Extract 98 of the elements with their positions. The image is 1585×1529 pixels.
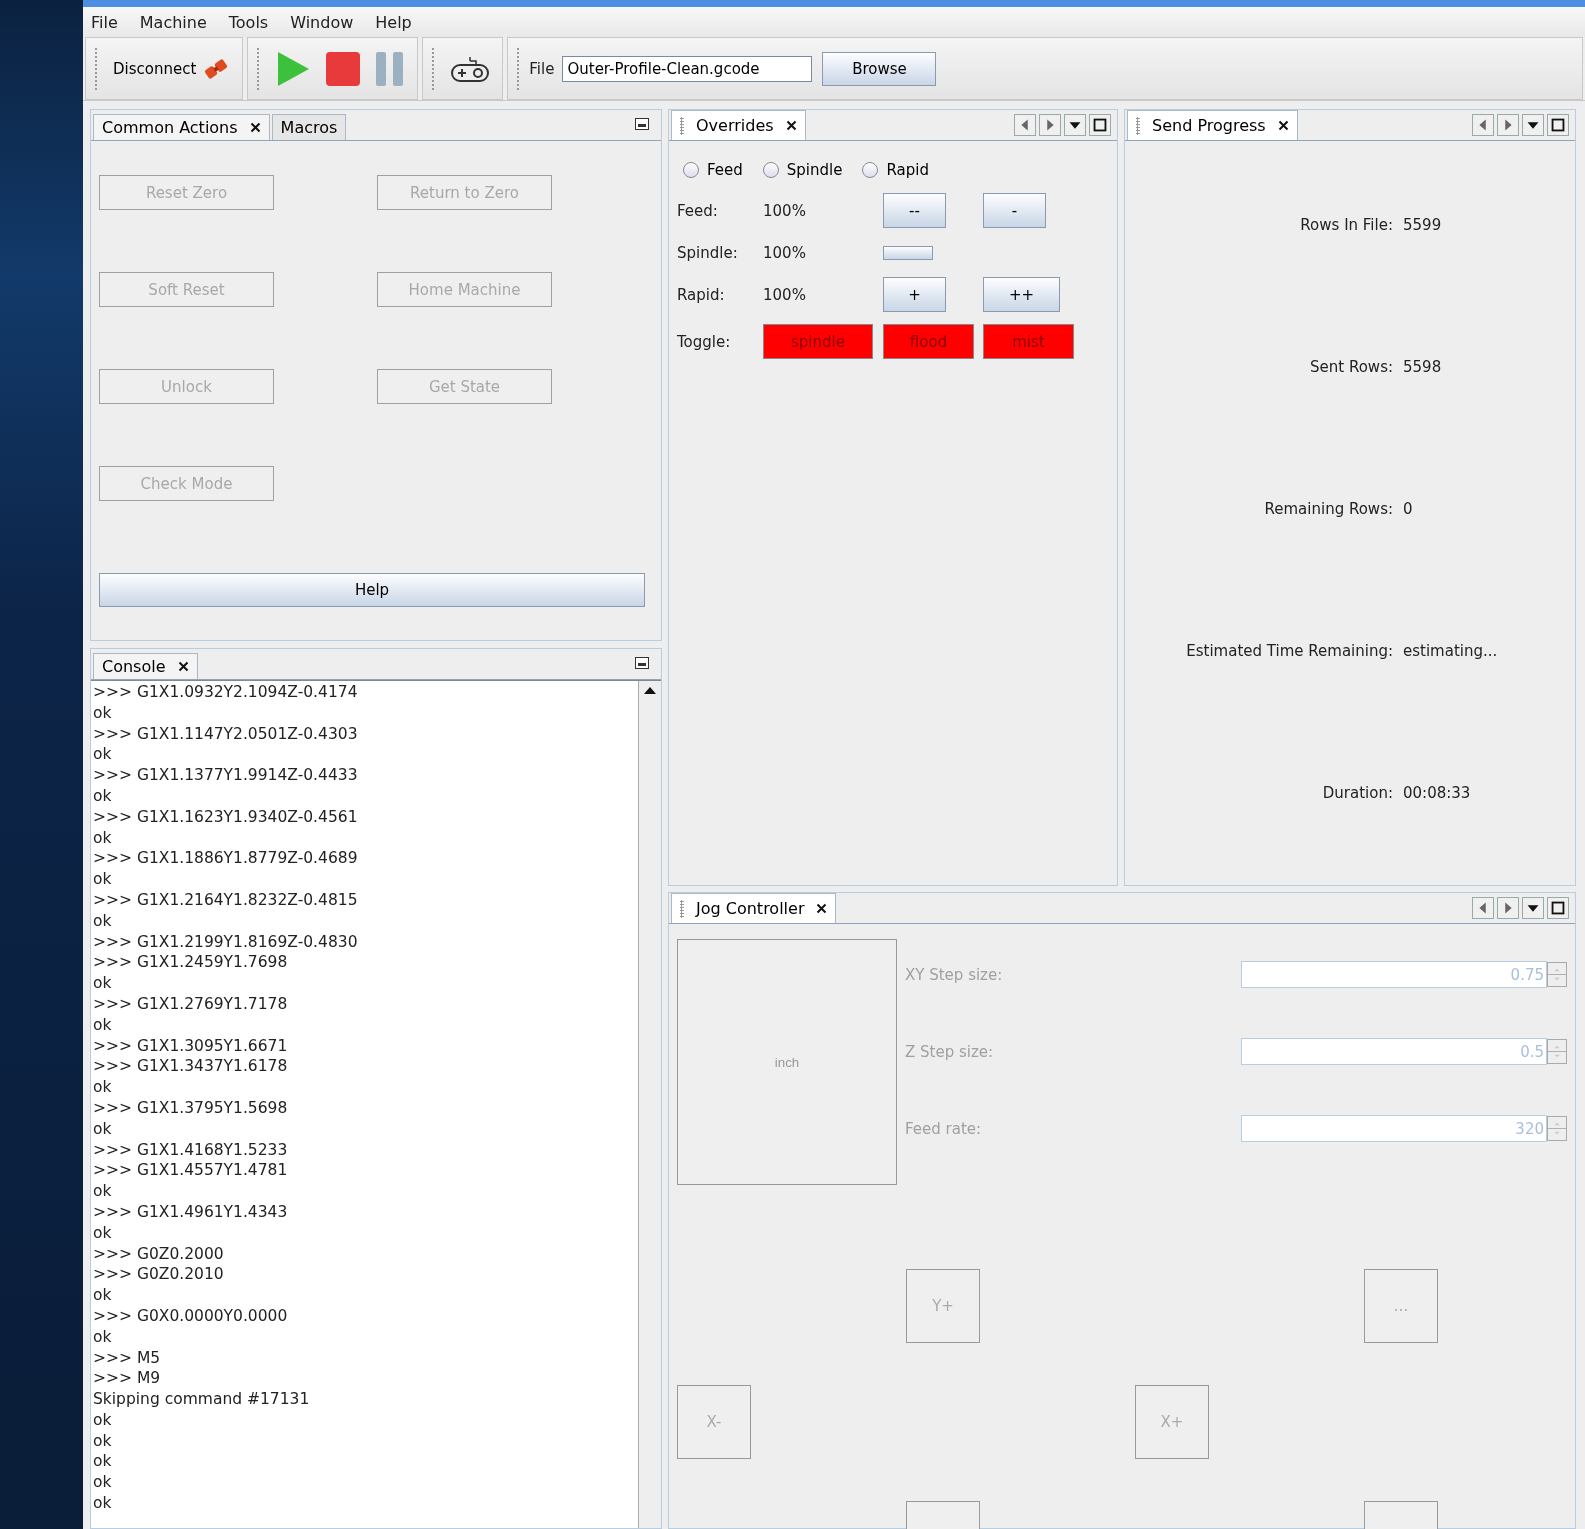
console-line: ok bbox=[93, 1222, 113, 1244]
panel-tab[interactable]: Macros bbox=[271, 114, 347, 140]
panel-tab[interactable]: Jog Controller bbox=[671, 893, 837, 923]
console-line: ok bbox=[93, 1118, 113, 1140]
menu-item[interactable]: Window bbox=[290, 12, 354, 32]
console-line: ok bbox=[93, 869, 113, 890]
override-label: Feed: bbox=[677, 201, 719, 220]
console-line: ok bbox=[93, 1493, 113, 1514]
console-line: ok bbox=[93, 702, 113, 724]
console-line: >>> G1X1.4961Y1.4343 bbox=[93, 1201, 289, 1223]
console-line: ok bbox=[93, 1430, 113, 1452]
panel-tab[interactable]: Send Progress bbox=[1127, 110, 1298, 140]
field-label: XY Step size: bbox=[905, 965, 1003, 984]
console-line: ok bbox=[93, 1181, 113, 1202]
console-line: ok bbox=[93, 1326, 113, 1348]
console-line: ok bbox=[93, 973, 113, 994]
maximize-icon[interactable] bbox=[1547, 897, 1569, 919]
close-icon[interactable] bbox=[785, 120, 797, 131]
override-value: 100% bbox=[763, 243, 807, 262]
console-line: ok bbox=[93, 1451, 113, 1473]
console-line: ok bbox=[93, 744, 113, 766]
close-icon[interactable] bbox=[816, 903, 828, 914]
console-line: >>> G1X1.2199Y1.8169Z-0.4830 bbox=[93, 931, 359, 953]
override-button[interactable]: - bbox=[983, 193, 1046, 228]
menu-item[interactable]: File bbox=[91, 12, 118, 32]
menu-item[interactable]: Machine bbox=[139, 12, 207, 32]
console-line: >>> G1X1.3795Y1.5698 bbox=[93, 1097, 289, 1119]
dropdown-icon[interactable] bbox=[1064, 114, 1086, 136]
override-button[interactable]: + bbox=[883, 277, 946, 312]
field-label: Z Step size: bbox=[905, 1042, 994, 1061]
maximize-icon[interactable] bbox=[1089, 114, 1111, 136]
console-line: >>> G1X1.2459Y1.7698 bbox=[93, 952, 289, 974]
console-line: >>> G1X1.1377Y1.9914Z-0.4433 bbox=[93, 765, 359, 786]
dropdown-icon[interactable] bbox=[1522, 114, 1544, 136]
console-line: >>> G1X1.4557Y1.4781 bbox=[93, 1160, 289, 1182]
console-line: >>> G1X1.0932Y2.1094Z-0.4174 bbox=[93, 682, 359, 703]
dropdown-icon[interactable] bbox=[1522, 897, 1544, 919]
console-line: ok bbox=[93, 827, 113, 849]
console-line: >>> G1X1.4168Y1.5233 bbox=[93, 1139, 289, 1161]
stat-label: Remaining Rows: bbox=[1263, 500, 1393, 518]
console-line: ok bbox=[93, 1409, 113, 1431]
panel-tab[interactable]: Overrides bbox=[671, 110, 806, 140]
override-value: 100% bbox=[763, 201, 807, 220]
file-label: File bbox=[529, 59, 555, 78]
radio-button[interactable]: Rapid bbox=[862, 161, 929, 179]
stat-label: Sent Rows: bbox=[1309, 358, 1393, 376]
console-line: ok bbox=[93, 910, 113, 932]
close-icon[interactable] bbox=[1277, 120, 1289, 131]
override-button[interactable] bbox=[883, 245, 933, 260]
stat-value: 0 bbox=[1403, 500, 1414, 518]
console-line: Skipping command #17131 bbox=[93, 1389, 311, 1410]
file-path-field[interactable]: Outer-Profile-Clean.gcode bbox=[562, 55, 813, 82]
override-button[interactable]: ++ bbox=[983, 277, 1060, 312]
stat-label: Rows In File: bbox=[1299, 216, 1393, 234]
panel-tab[interactable]: Common Actions bbox=[93, 114, 270, 140]
stat-value: estimating... bbox=[1403, 642, 1499, 660]
console-line: >>> G1X1.1886Y1.8779Z-0.4689 bbox=[93, 848, 359, 870]
console-line: >>> G0Z0.2000 bbox=[93, 1243, 225, 1265]
override-label: Spindle: bbox=[677, 243, 739, 262]
stat-value: 5598 bbox=[1403, 358, 1443, 376]
console-line: >>> G1X1.3095Y1.6671 bbox=[93, 1035, 289, 1057]
minimize-icon[interactable] bbox=[635, 657, 649, 669]
close-icon[interactable] bbox=[249, 122, 261, 133]
radio-button[interactable]: Spindle bbox=[762, 161, 843, 179]
console-line: >>> G1X1.2769Y1.7178 bbox=[93, 993, 289, 1015]
console-line: >>> G1X1.3437Y1.6178 bbox=[93, 1056, 289, 1078]
panel-tab[interactable]: Console bbox=[93, 653, 198, 679]
gamepad-icon[interactable] bbox=[450, 54, 491, 83]
radio-button[interactable]: Feed bbox=[683, 161, 743, 179]
console-line: >>> G1X1.1623Y1.9340Z-0.4561 bbox=[93, 806, 359, 828]
console-line: >>> G1X1.1147Y2.0501Z-0.4303 bbox=[93, 723, 359, 745]
console-line: >>> M5 bbox=[93, 1347, 162, 1369]
console-line: ok bbox=[93, 786, 113, 807]
minimize-icon[interactable] bbox=[635, 118, 649, 130]
override-value: 100% bbox=[763, 285, 807, 304]
override-label: Rapid: bbox=[677, 285, 726, 304]
console-line: >>> G0X0.0000Y0.0000 bbox=[93, 1305, 289, 1327]
stop-icon[interactable] bbox=[325, 50, 362, 87]
stat-value: 5599 bbox=[1403, 216, 1443, 234]
console-line: >>> G1X1.2164Y1.8232Z-0.4815 bbox=[93, 889, 359, 911]
stat-value: 00:08:33 bbox=[1403, 784, 1472, 802]
console-line: ok bbox=[93, 1472, 113, 1494]
maximize-icon[interactable] bbox=[1547, 114, 1569, 136]
stat-label: Estimated Time Remaining: bbox=[1185, 642, 1393, 660]
console-line: ok bbox=[93, 1014, 113, 1036]
browse-button[interactable]: Browse bbox=[822, 51, 937, 86]
close-icon[interactable] bbox=[177, 661, 189, 672]
stat-label: Duration: bbox=[1321, 784, 1393, 802]
help-button[interactable]: Help bbox=[99, 573, 645, 607]
console-line: ok bbox=[93, 1285, 113, 1306]
field-label: Feed rate: bbox=[905, 1119, 982, 1138]
override-button[interactable]: -- bbox=[883, 193, 946, 228]
menu-item[interactable]: Tools bbox=[228, 12, 269, 32]
console-line: ok bbox=[93, 1077, 113, 1098]
menu-item[interactable]: Help bbox=[375, 12, 412, 32]
console-line: >>> G0Z0.2010 bbox=[93, 1264, 225, 1286]
toggle-label: Toggle: bbox=[677, 332, 732, 351]
console-line: >>> M9 bbox=[93, 1368, 162, 1390]
